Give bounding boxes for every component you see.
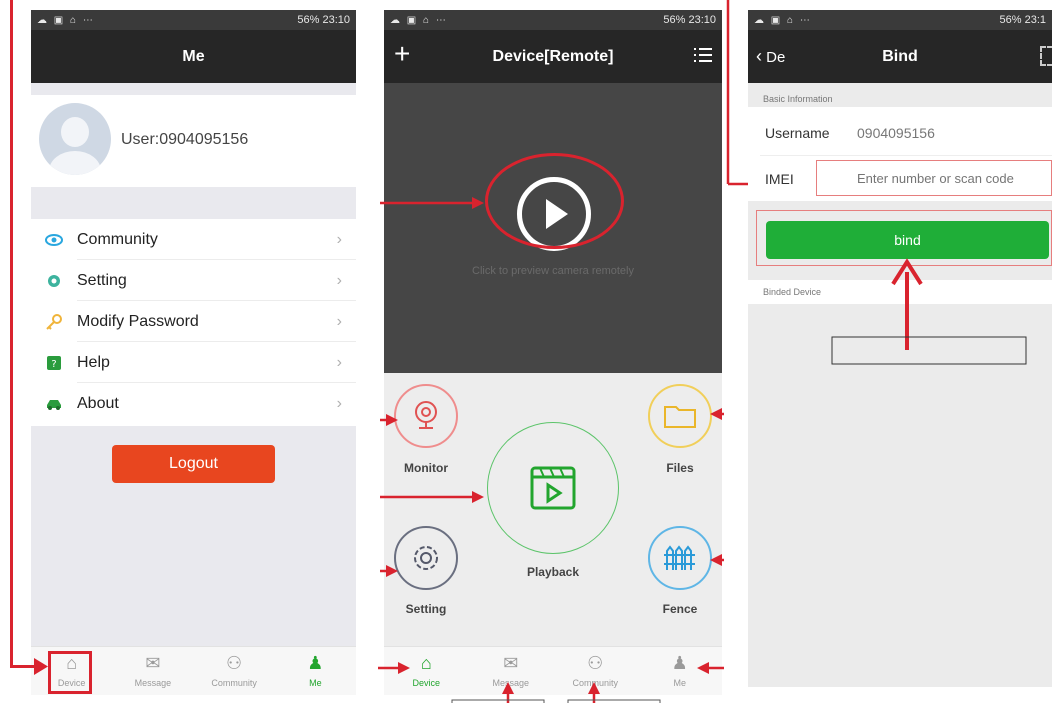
annotation-bind-arrow: [831, 258, 1027, 365]
